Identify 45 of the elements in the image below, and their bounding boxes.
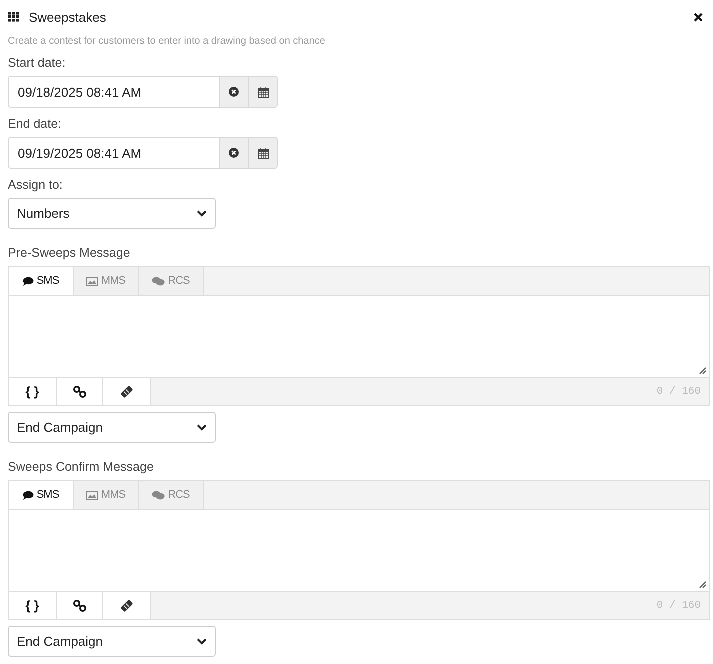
link-icon bbox=[72, 386, 86, 398]
calendar-button[interactable] bbox=[249, 76, 278, 108]
date-field[interactable]: 09/18/2025 08:41 AM bbox=[8, 76, 220, 108]
assign-select[interactable]: Numbers bbox=[8, 198, 216, 229]
field-label: End date: bbox=[8, 117, 63, 131]
date-field[interactable]: 09/19/2025 08:41 AM bbox=[8, 137, 220, 169]
dialog-title: Sweepstakes bbox=[29, 10, 108, 24]
tag-button[interactable] bbox=[103, 378, 151, 405]
variables-button[interactable]: { } bbox=[9, 378, 57, 405]
image-icon bbox=[86, 490, 98, 500]
speech-bubble-icon bbox=[22, 490, 34, 500]
resize-handle[interactable] bbox=[699, 581, 707, 589]
field-label: Start date: bbox=[8, 56, 67, 70]
character-counter: 0 / 160 bbox=[656, 386, 702, 398]
grid-icon bbox=[8, 12, 19, 22]
image-icon bbox=[86, 276, 98, 286]
chevron-icon bbox=[197, 210, 207, 217]
link-button[interactable] bbox=[57, 592, 103, 619]
channel-tab[interactable]: SMS bbox=[9, 267, 74, 295]
chevron-icon bbox=[197, 424, 207, 431]
clear-icon bbox=[229, 87, 239, 97]
channel-tab[interactable]: SMS bbox=[9, 481, 74, 509]
clear-icon bbox=[229, 148, 239, 158]
action-select[interactable]: End Campaign bbox=[8, 626, 216, 657]
character-counter: 0 / 160 bbox=[656, 600, 702, 612]
field-label: Assign to: bbox=[8, 178, 64, 192]
close-icon[interactable] bbox=[694, 12, 703, 22]
clear-button[interactable] bbox=[220, 137, 249, 169]
chat-bubbles-icon bbox=[152, 490, 166, 500]
section-label: Sweeps Confirm Message bbox=[8, 460, 155, 474]
link-icon bbox=[72, 600, 86, 612]
clear-button[interactable] bbox=[220, 76, 249, 108]
calendar-icon bbox=[258, 148, 268, 158]
chevron-icon bbox=[197, 638, 207, 645]
section-label: Pre-Sweeps Message bbox=[8, 246, 132, 260]
variables-button[interactable]: { } bbox=[9, 592, 57, 619]
action-select[interactable]: End Campaign bbox=[8, 412, 216, 443]
chat-bubbles-icon bbox=[152, 276, 166, 286]
calendar-icon bbox=[258, 86, 268, 98]
speech-bubble-icon bbox=[22, 276, 34, 286]
calendar-button[interactable] bbox=[249, 137, 278, 169]
resize-handle[interactable] bbox=[699, 367, 707, 375]
link-button[interactable] bbox=[57, 378, 103, 405]
description: Create a contest for customers to enter into a drawing based on chance bbox=[8, 36, 326, 47]
tag-button[interactable] bbox=[103, 592, 151, 619]
